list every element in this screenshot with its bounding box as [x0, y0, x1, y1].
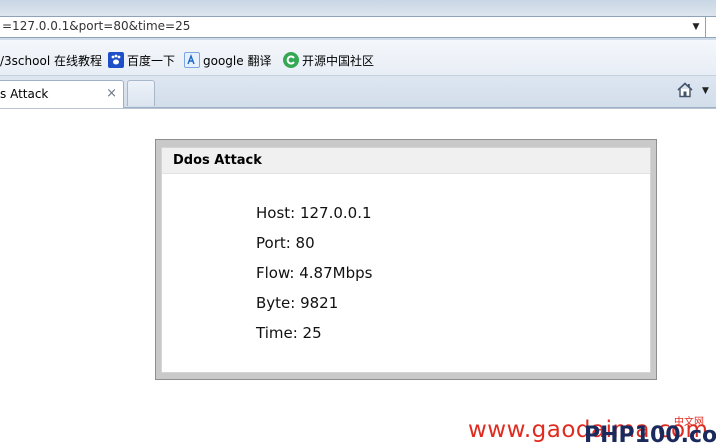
panel-body: Ddos Attack Host: 127.0.0.1 Port: 80 Flo… — [161, 147, 651, 373]
attack-info-list: Host: 127.0.0.1 Port: 80 Flow: 4.87Mbps … — [256, 204, 372, 354]
address-bar-region: =127.0.0.1&port=80&time=25 ▼ — [0, 0, 716, 40]
panel-title: Ddos Attack — [173, 153, 262, 168]
favorite-oschina[interactable]: 开源中国社区 — [283, 51, 374, 69]
close-icon[interactable]: × — [106, 86, 117, 101]
url-dropdown-icon[interactable]: ▼ — [687, 17, 705, 37]
tab-strip: s Attack × — [0, 76, 716, 108]
watermark-cn: 中文网 — [674, 417, 704, 428]
url-text: =127.0.0.1&port=80&time=25 — [2, 19, 191, 33]
info-host: Host: 127.0.0.1 — [256, 204, 372, 222]
home-dropdown-icon[interactable]: ▼ — [702, 86, 709, 96]
info-flow: Flow: 4.87Mbps — [256, 264, 373, 282]
home-icon — [676, 81, 694, 102]
panel-header: Ddos Attack — [162, 148, 650, 174]
home-button[interactable]: ▼ — [676, 80, 709, 102]
tab-ddos-attack[interactable]: s Attack × — [0, 80, 124, 108]
favorite-google-translate[interactable]: google 翻译 — [184, 51, 271, 69]
address-bar-edge — [706, 16, 716, 38]
content-divider — [0, 108, 716, 109]
info-port: Port: 80 — [256, 234, 315, 252]
ddos-attack-panel: Ddos Attack Host: 127.0.0.1 Port: 80 Flo… — [155, 139, 657, 380]
favorite-label: 开源中国社区 — [302, 53, 375, 68]
translate-icon — [184, 52, 200, 68]
baidu-paw-icon — [108, 52, 124, 68]
favorites-bar: /3school 在线教程 百度一下 google 翻译 开源中国社区 — [0, 40, 716, 76]
favorite-w3school[interactable]: /3school 在线教程 — [0, 51, 102, 69]
info-byte: Byte: 9821 — [256, 294, 339, 312]
url-input[interactable]: =127.0.0.1&port=80&time=25 ▼ — [0, 16, 706, 38]
oschina-icon — [283, 52, 299, 68]
new-tab-button[interactable] — [127, 80, 155, 106]
favorite-baidu[interactable]: 百度一下 — [108, 51, 175, 69]
favorite-label: /3school 在线教程 — [0, 53, 102, 68]
tab-title: s Attack — [0, 87, 49, 101]
favorite-label: google 翻译 — [203, 53, 272, 68]
info-time: Time: 25 — [256, 324, 322, 342]
watermark: www.gaodaima.com PHP100.com 中文网 — [468, 413, 716, 447]
favorite-label: 百度一下 — [127, 53, 176, 68]
